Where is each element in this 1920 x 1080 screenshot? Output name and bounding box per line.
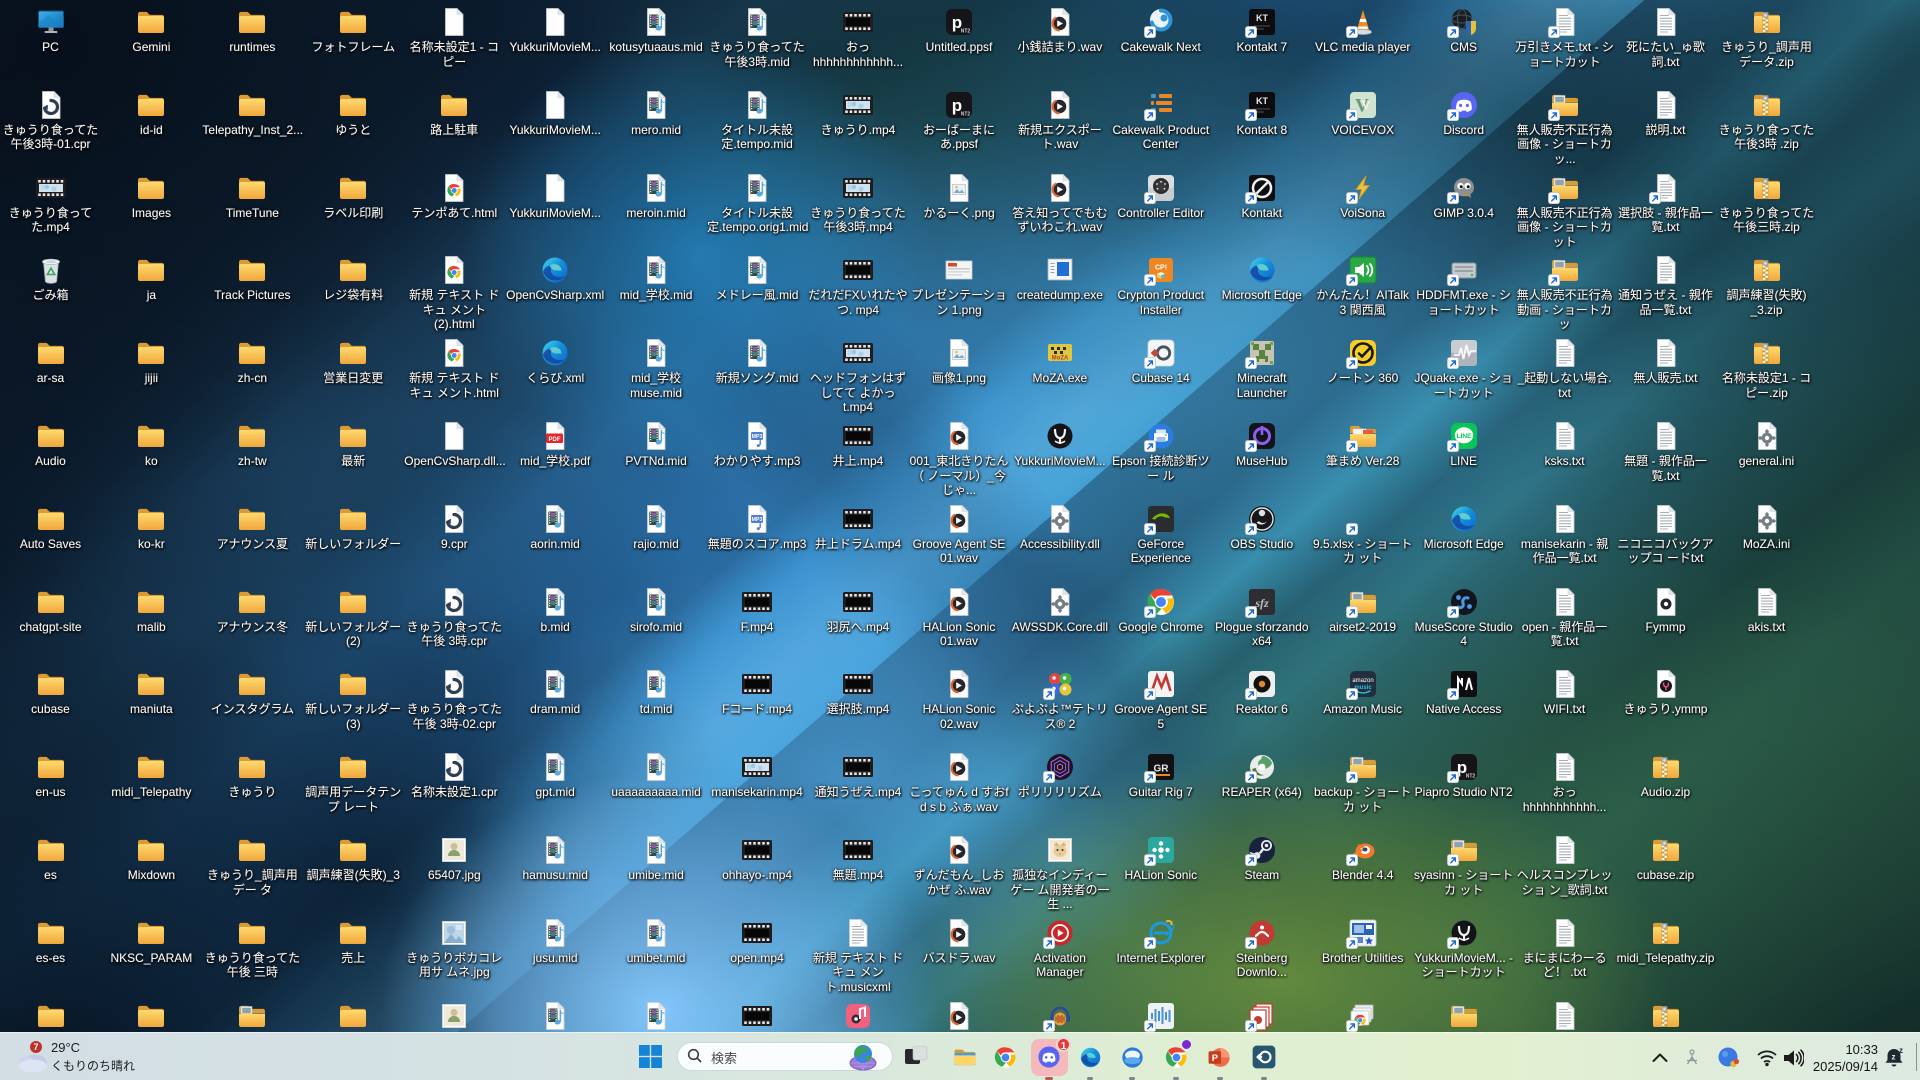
svg-text:P: P [1212,1053,1218,1063]
svg-text:z: z [1892,1053,1896,1062]
svg-text:z: z [1899,1046,1903,1055]
